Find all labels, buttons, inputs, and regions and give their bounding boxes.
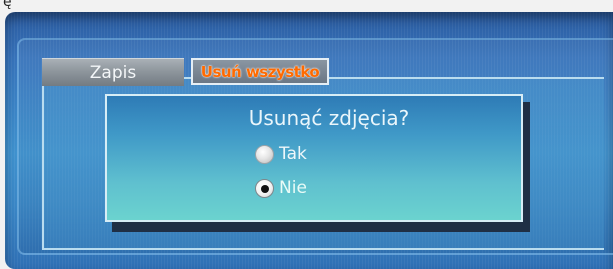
radio-selected-icon[interactable]: [255, 178, 274, 198]
option-tak[interactable]: Tak: [255, 144, 307, 164]
dialog-title: Usunąć zdjęcia?: [248, 106, 410, 130]
option-nie[interactable]: Nie: [255, 178, 307, 198]
tab-zapis[interactable]: Zapis: [42, 58, 184, 86]
tab-usun-wszystko-label: Usuń wszystko: [200, 62, 320, 81]
tab-zapis-label: Zapis: [89, 62, 137, 83]
top-edge-character: ę: [3, 0, 12, 10]
delete-photos-dialog: Usunąć zdjęcia? Tak Nie: [105, 94, 523, 222]
option-tak-label: Tak: [279, 144, 307, 164]
option-nie-label: Nie: [279, 178, 307, 198]
tab-usun-wszystko[interactable]: Usuń wszystko: [191, 58, 329, 85]
radio-unselected-icon[interactable]: [255, 144, 274, 164]
